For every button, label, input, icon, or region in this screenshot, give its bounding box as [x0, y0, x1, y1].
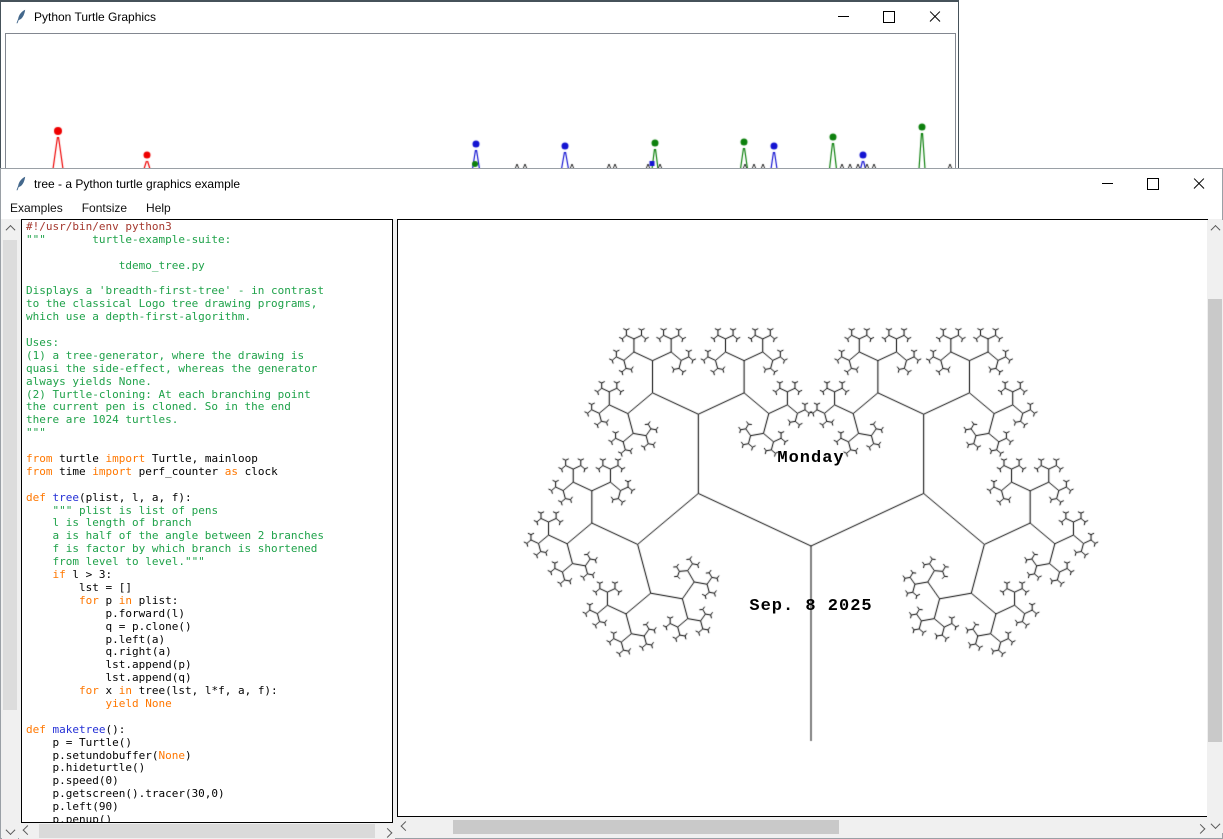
scrollbar-thumb[interactable] — [1208, 299, 1222, 742]
tk-feather-icon — [14, 176, 27, 191]
close-icon — [929, 11, 941, 23]
code-horizontal-scrollbar[interactable] — [19, 823, 395, 839]
minimize-button[interactable] — [1084, 169, 1130, 198]
bg-window-controls — [820, 2, 958, 31]
maximize-button[interactable] — [1130, 169, 1176, 198]
menu-help[interactable]: Help — [137, 199, 181, 218]
scroll-left-button[interactable] — [397, 819, 413, 835]
tk-feather-icon — [14, 9, 27, 24]
chevron-up-icon — [5, 224, 15, 234]
scroll-down-button[interactable] — [1207, 817, 1223, 833]
minimize-icon — [1102, 183, 1113, 184]
code-line: there are 1024 turtles. — [26, 414, 392, 427]
close-icon — [1193, 178, 1205, 190]
bg-window-title: Python Turtle Graphics — [34, 10, 156, 24]
scrollbar-thumb[interactable] — [39, 824, 375, 838]
chevron-up-icon — [1210, 224, 1220, 234]
canvas-vertical-scrollbar[interactable] — [1207, 220, 1223, 833]
chevron-right-icon — [1195, 823, 1205, 833]
scroll-down-button[interactable] — [2, 823, 18, 839]
code-line: from time import perf_counter as clock — [26, 466, 392, 479]
bg-minimize-button[interactable] — [820, 2, 866, 31]
bg-maximize-button[interactable] — [866, 2, 912, 31]
maximize-icon — [883, 11, 895, 23]
chevron-left-icon — [400, 821, 410, 831]
chevron-down-icon — [5, 825, 15, 835]
scroll-left-button[interactable] — [19, 823, 35, 839]
turtle-figures-canvas — [6, 34, 955, 169]
chevron-down-icon — [1210, 819, 1220, 829]
menu-examples[interactable]: Examples — [1, 199, 73, 218]
code-line: yield None — [26, 698, 392, 711]
scrollbar-thumb[interactable] — [453, 820, 839, 834]
canvas-horizontal-scrollbar[interactable] — [397, 819, 1208, 835]
code-line: p.penup() — [26, 814, 392, 823]
chevron-right-icon — [382, 827, 392, 837]
menubar: Examples Fontsize Help — [1, 198, 1222, 219]
code-vertical-scrollbar[interactable] — [2, 220, 18, 839]
minimize-icon — [838, 16, 849, 17]
main-window: tree - a Python turtle graphics example … — [0, 168, 1223, 839]
code-line: which use a depth-first-algorithm. — [26, 311, 392, 324]
desktop: Python Turtle Graphics tree - a Python t… — [0, 0, 1223, 839]
code-editor[interactable]: #!/usr/bin/env python3""" turtle-example… — [21, 219, 393, 823]
scrollbar-thumb[interactable] — [3, 240, 17, 710]
date-label: Sep. 8 2025 — [749, 597, 872, 616]
fractal-tree-canvas — [398, 220, 1207, 816]
background-window: Python Turtle Graphics — [0, 0, 959, 170]
bg-close-button[interactable] — [912, 2, 958, 31]
bg-window-titlebar[interactable]: Python Turtle Graphics — [1, 2, 958, 31]
scroll-up-button[interactable] — [1207, 220, 1223, 236]
code-line: """ turtle-example-suite: — [26, 234, 392, 247]
main-window-title: tree - a Python turtle graphics example — [34, 177, 240, 191]
code-line — [26, 324, 392, 337]
code-line: """ — [26, 427, 392, 440]
weekday-label: Monday — [777, 449, 844, 468]
scroll-right-button[interactable] — [1192, 819, 1208, 835]
close-button[interactable] — [1176, 169, 1222, 198]
main-window-controls — [1084, 169, 1222, 198]
turtle-graphics-screen — [5, 33, 956, 172]
menu-fontsize[interactable]: Fontsize — [73, 199, 137, 218]
scroll-right-button[interactable] — [379, 823, 395, 839]
window-content: #!/usr/bin/env python3""" turtle-example… — [1, 219, 1222, 838]
maximize-icon — [1147, 178, 1159, 190]
main-window-titlebar[interactable]: tree - a Python turtle graphics example — [1, 169, 1222, 198]
chevron-left-icon — [22, 825, 32, 835]
turtle-canvas-pane: Monday Sep. 8 2025 — [397, 219, 1208, 817]
code-line: tdemo_tree.py — [26, 260, 392, 273]
source-code: #!/usr/bin/env python3""" turtle-example… — [22, 220, 392, 823]
scroll-up-button[interactable] — [2, 220, 18, 236]
